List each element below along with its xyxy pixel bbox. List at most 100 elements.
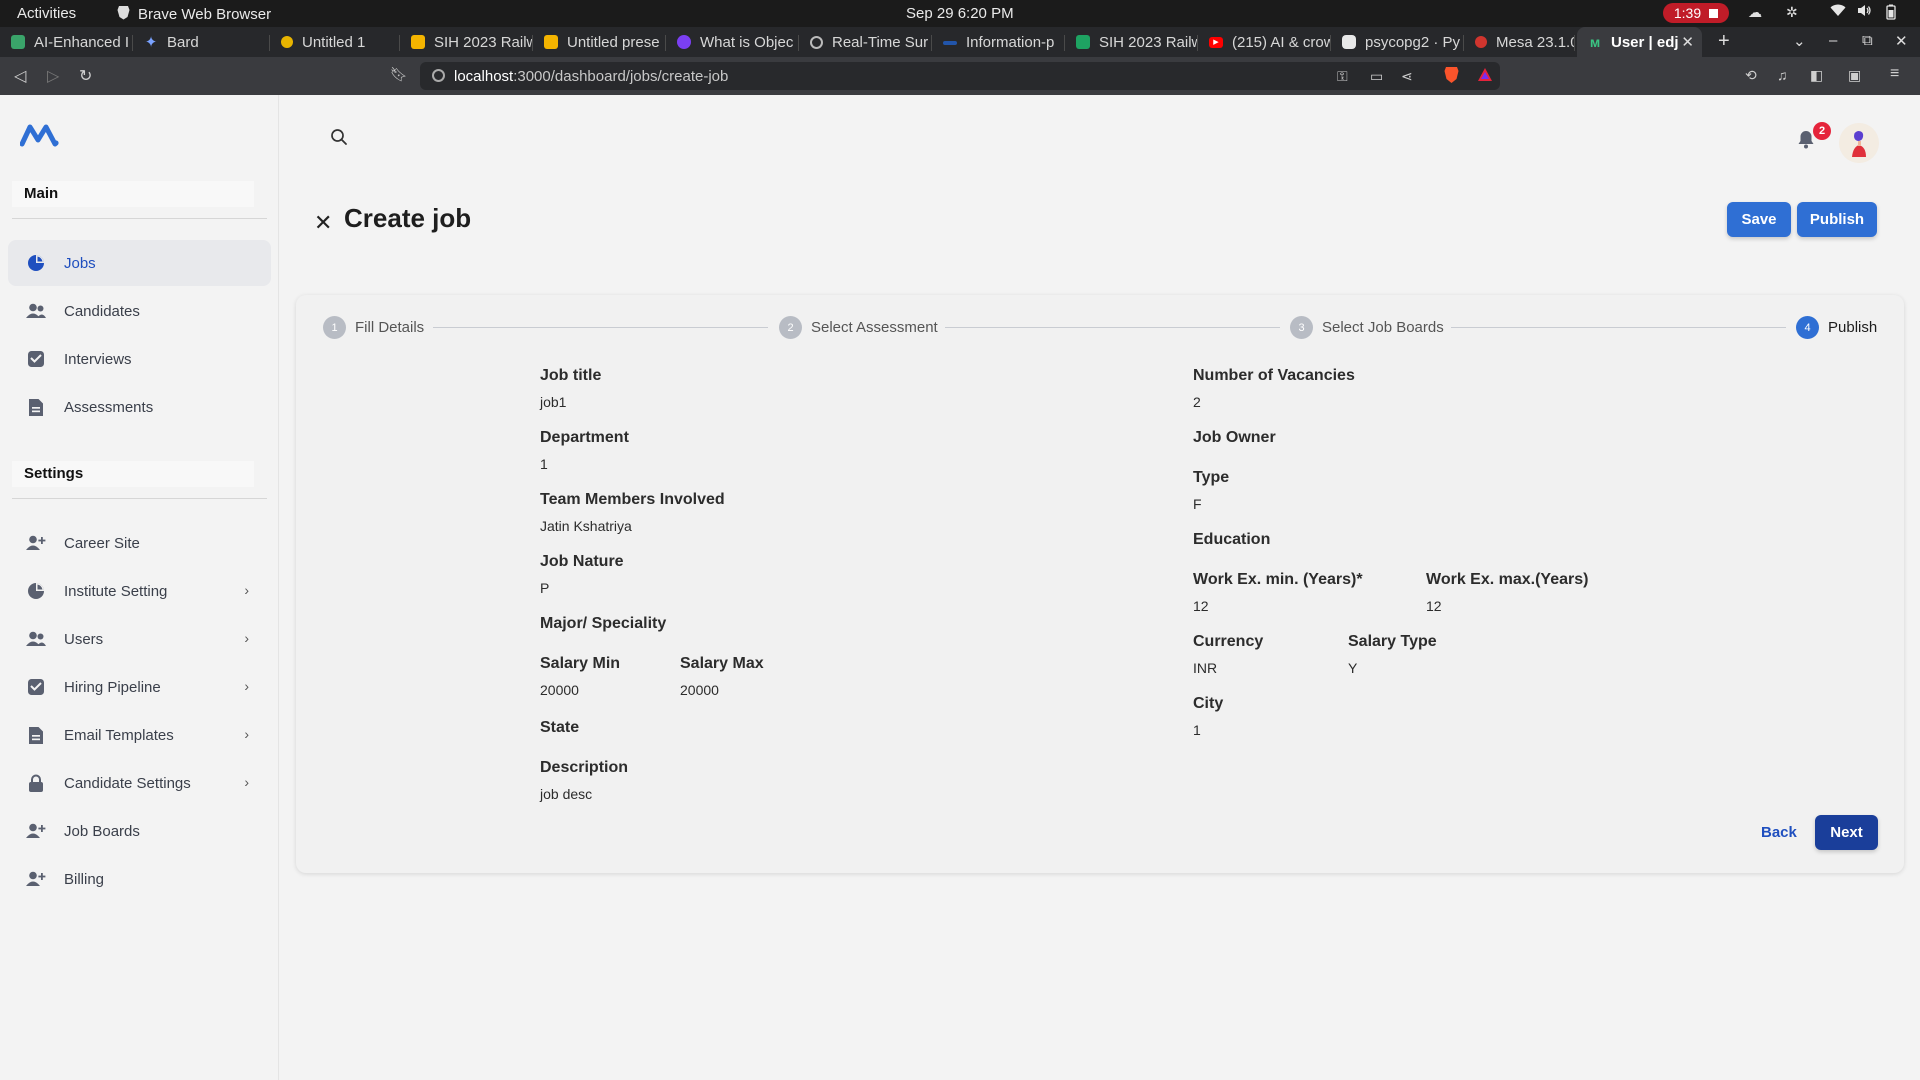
cast-icon[interactable]: ▭ bbox=[1370, 68, 1383, 85]
browser-tab[interactable]: Untitled prese bbox=[533, 27, 666, 57]
step-label: Fill Details bbox=[355, 319, 425, 336]
bookmark-icon[interactable]: 🔖︎ bbox=[390, 66, 408, 83]
browser-tab[interactable]: SIH 2023 Railw bbox=[400, 27, 533, 57]
app-menu[interactable]: Brave Web Browser bbox=[117, 5, 271, 24]
browser-tab[interactable]: AI-Enhanced I bbox=[0, 27, 133, 57]
step-publish[interactable]: 4 Publish bbox=[1796, 316, 1877, 339]
address-bar[interactable]: localhost:3000/dashboard/jobs/create-job… bbox=[420, 62, 1500, 90]
browser-tab[interactable]: ▶ (215) AI & crow bbox=[1198, 27, 1331, 57]
close-window-icon[interactable]: ✕ bbox=[1895, 32, 1908, 50]
new-tab-button[interactable]: + bbox=[1718, 30, 1730, 53]
brave-rewards-icon[interactable] bbox=[1477, 67, 1493, 85]
minimize-icon[interactable]: – bbox=[1829, 32, 1837, 49]
field-label: Department bbox=[540, 429, 629, 446]
step-select-job-boards[interactable]: 3 Select Job Boards bbox=[1290, 316, 1444, 339]
system-top-bar: Activities Brave Web Browser Sep 29 6:20… bbox=[0, 0, 1920, 27]
field-team-members: Team Members Involved Jatin Kshatriya bbox=[540, 491, 725, 534]
user-avatar[interactable] bbox=[1839, 123, 1879, 163]
back-icon[interactable]: ◁ bbox=[14, 66, 26, 86]
step-fill-details[interactable]: 1 Fill Details bbox=[323, 316, 424, 339]
brave-shields-icon[interactable] bbox=[1444, 66, 1459, 87]
menu-icon[interactable]: ≡ bbox=[1890, 65, 1899, 83]
cloud-icon[interactable]: ☁ bbox=[1748, 4, 1762, 21]
reload-icon[interactable]: ↻ bbox=[79, 66, 92, 86]
extensions-icon[interactable]: ⟲ bbox=[1745, 67, 1757, 84]
users-icon bbox=[26, 301, 46, 321]
browser-tab[interactable]: Real-Time Sur bbox=[799, 27, 932, 57]
sidebar-item-users[interactable]: Users › bbox=[8, 616, 271, 662]
browser-tab[interactable]: SIH 2023 Railw bbox=[1065, 27, 1198, 57]
app-logo-icon[interactable] bbox=[19, 123, 60, 152]
sidebar-item-job-boards[interactable]: Job Boards bbox=[8, 808, 271, 854]
sidebar-toggle-icon[interactable]: ◧ bbox=[1810, 67, 1823, 84]
field-value: 2 bbox=[1193, 394, 1201, 410]
app-page: Main Jobs Candidates Interviews Assessme… bbox=[0, 95, 1920, 1080]
save-button[interactable]: Save bbox=[1727, 202, 1791, 237]
field-label: Job Nature bbox=[540, 553, 624, 570]
tab-title: Untitled 1 bbox=[302, 33, 366, 51]
sidebar-item-interviews[interactable]: Interviews bbox=[8, 336, 271, 382]
sidebar-item-jobs[interactable]: Jobs bbox=[8, 240, 271, 286]
share-icon[interactable]: ⋖ bbox=[1401, 68, 1413, 85]
field-job-nature: Job Nature P bbox=[540, 553, 624, 596]
browser-tab[interactable]: Mesa 23.1.0 R bbox=[1464, 27, 1575, 57]
field-label: Team Members Involved bbox=[540, 491, 725, 508]
back-button[interactable]: Back bbox=[1761, 824, 1797, 841]
sidebar-item-candidate-settings[interactable]: Candidate Settings › bbox=[8, 760, 271, 806]
sidebar-item-label: Interviews bbox=[64, 350, 132, 368]
key-icon[interactable]: ⚿ bbox=[1337, 68, 1348, 85]
activities-button[interactable]: Activities bbox=[17, 5, 76, 22]
sidebar-item-hiring-pipeline[interactable]: Hiring Pipeline › bbox=[8, 664, 271, 710]
next-button[interactable]: Next bbox=[1815, 815, 1878, 850]
close-tab-icon[interactable]: ✕ bbox=[1681, 33, 1694, 51]
stepper-connector bbox=[945, 327, 1280, 328]
pie-chart-icon bbox=[26, 581, 46, 601]
field-salary-max: Salary Max 20000 bbox=[680, 655, 764, 698]
field-currency: Currency INR bbox=[1193, 633, 1263, 676]
screen-recording-indicator[interactable]: 1:39 bbox=[1663, 3, 1729, 23]
sidebar-item-assessments[interactable]: Assessments bbox=[8, 384, 271, 430]
restore-icon[interactable]: ⧉ bbox=[1862, 32, 1873, 49]
wifi-icon[interactable] bbox=[1830, 4, 1846, 20]
stepper-connector bbox=[433, 327, 768, 328]
field-label: Salary Max bbox=[680, 655, 764, 672]
site-info-icon[interactable] bbox=[432, 69, 445, 82]
browser-tab-active[interactable]: ᴍ User | edj ✕ bbox=[1577, 27, 1702, 57]
sidebar-item-billing[interactable]: Billing bbox=[8, 856, 271, 902]
step-select-assessment[interactable]: 2 Select Assessment bbox=[779, 316, 938, 339]
forward-icon[interactable]: ▷ bbox=[47, 66, 59, 86]
sidebar-item-label: Email Templates bbox=[64, 726, 174, 744]
battery-icon[interactable] bbox=[1884, 4, 1898, 23]
main-section-heading: Main bbox=[12, 181, 254, 207]
search-icon[interactable] bbox=[330, 128, 348, 151]
field-label: State bbox=[540, 719, 580, 736]
browser-tab[interactable]: psycopg2 · Py bbox=[1331, 27, 1464, 57]
sidebar-item-career-site[interactable]: Career Site bbox=[8, 520, 271, 566]
browser-tab[interactable]: ✦ Bard bbox=[133, 27, 270, 57]
field-value: job1 bbox=[540, 394, 567, 410]
job-summary-card: 1 Fill Details 2 Select Assessment 3 Sel… bbox=[296, 295, 1904, 873]
sidebar-item-institute-setting[interactable]: Institute Setting › bbox=[8, 568, 271, 614]
close-icon[interactable]: ✕ bbox=[314, 210, 332, 236]
sidebar-item-candidates[interactable]: Candidates bbox=[8, 288, 271, 334]
sidebar-item-email-templates[interactable]: Email Templates › bbox=[8, 712, 271, 758]
wallet-icon[interactable]: ▣ bbox=[1848, 67, 1861, 84]
tab-title: psycopg2 · Py bbox=[1365, 33, 1461, 51]
yellow-chat-icon bbox=[281, 36, 293, 48]
publish-button[interactable]: Publish bbox=[1797, 202, 1877, 237]
field-salary-min: Salary Min 20000 bbox=[540, 655, 620, 698]
field-label: Education bbox=[1193, 531, 1271, 548]
browser-tab[interactable]: What is Objec bbox=[666, 27, 799, 57]
sidebar-item-label: Career Site bbox=[64, 534, 140, 552]
globe-icon bbox=[810, 35, 823, 49]
browser-tab[interactable]: Information-p bbox=[932, 27, 1065, 57]
network-settings-icon[interactable]: ✲ bbox=[1786, 4, 1798, 21]
media-icon[interactable]: ♫ bbox=[1777, 67, 1788, 83]
volume-icon[interactable] bbox=[1857, 4, 1872, 20]
browser-tab[interactable]: Untitled 1 bbox=[270, 27, 400, 57]
sheets-icon bbox=[1076, 35, 1090, 49]
clock[interactable]: Sep 29 6:20 PM bbox=[906, 5, 1014, 22]
url-text[interactable]: localhost:3000/dashboard/jobs/create-job bbox=[454, 68, 728, 85]
tab-search-chevron-icon[interactable]: ⌄ bbox=[1793, 32, 1806, 50]
bard-sparkle-icon: ✦ bbox=[144, 34, 158, 51]
